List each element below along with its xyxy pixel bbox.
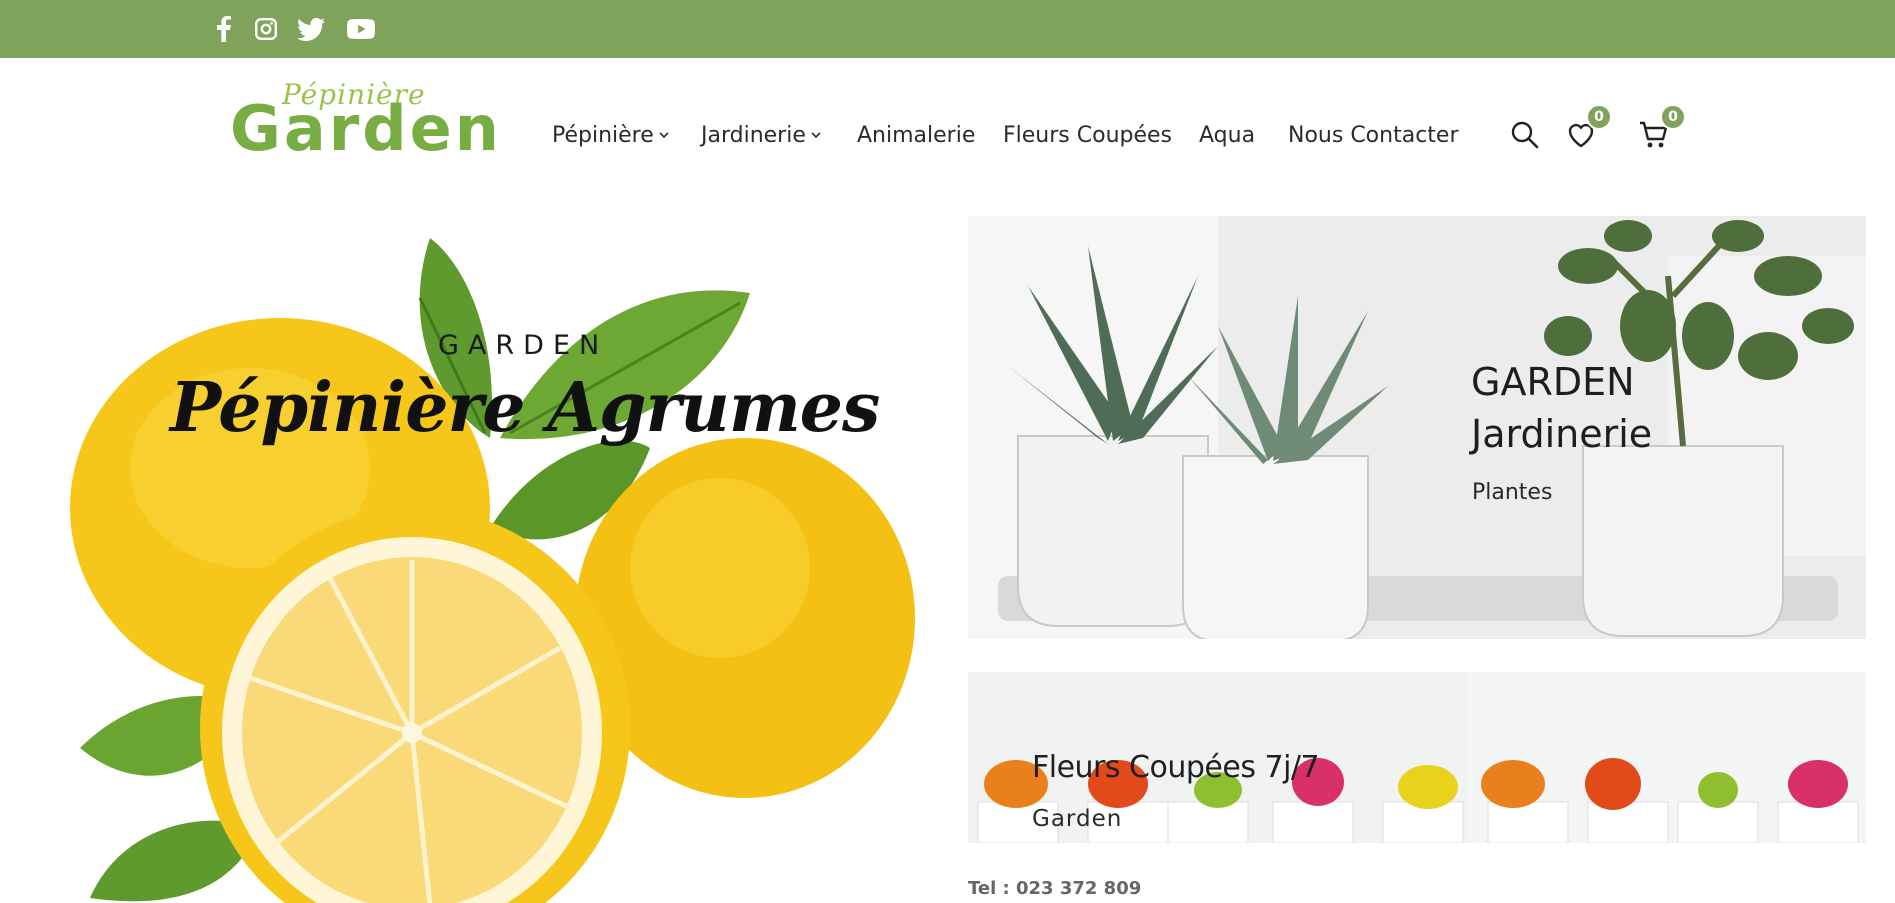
contact-phone: Tel : 023 372 809 — [968, 878, 1142, 899]
instagram-icon[interactable] — [251, 14, 281, 44]
chevron-down-icon — [811, 132, 821, 139]
wishlist-button[interactable]: 0 — [1566, 104, 1612, 154]
nav-item-nous-contacter[interactable]: Nous Contacter — [1288, 120, 1459, 150]
nav-item-fleurs-coupees[interactable]: Fleurs Coupées — [1003, 120, 1172, 150]
hero-title: Pépinière Agrumes — [170, 368, 880, 448]
cart-count-badge: 0 — [1660, 104, 1686, 130]
banner-title-line1: GARDEN — [1471, 360, 1635, 404]
banner-title: GARDEN Jardinerie — [1471, 356, 1652, 460]
nav-item-animalerie[interactable]: Animalerie — [857, 120, 975, 150]
chevron-down-icon — [659, 132, 669, 139]
site-logo[interactable]: Pépinière Garden — [230, 78, 505, 178]
banner-fleurs-coupees[interactable]: Fleurs Coupées 7j/7 Garden — [968, 672, 1866, 843]
lemons-image — [70, 238, 940, 903]
banner-title-line2: Jardinerie — [1471, 412, 1653, 456]
facebook-icon[interactable] — [212, 14, 236, 44]
cart-button[interactable]: 0 — [1638, 104, 1686, 154]
nav-item-aqua[interactable]: Aqua — [1199, 120, 1255, 150]
hero-subtitle: GARDEN — [438, 330, 609, 361]
nav-label: Pépinière — [552, 122, 654, 148]
nav-item-jardinerie[interactable]: Jardinerie — [701, 120, 821, 150]
succulents-image — [968, 216, 1866, 639]
nav-label: Aqua — [1199, 122, 1256, 148]
banner-subtitle: Plantes — [1472, 480, 1553, 505]
search-icon[interactable] — [1510, 120, 1544, 154]
twitter-icon[interactable] — [295, 14, 327, 44]
nav-label: Animalerie — [857, 122, 976, 148]
youtube-icon[interactable] — [344, 14, 378, 44]
logo-wordmark: Garden — [230, 92, 502, 165]
banner-title: Fleurs Coupées 7j/7 — [1032, 750, 1320, 785]
top-social-bar — [0, 0, 1895, 58]
nav-label: Nous Contacter — [1288, 122, 1459, 148]
hero-slider[interactable]: GARDEN Pépinière Agrumes — [0, 208, 940, 903]
banner-subtitle: Garden — [1032, 806, 1123, 832]
site-header: Pépinière Garden Pépinière Jardinerie An… — [0, 58, 1895, 208]
wishlist-count-badge: 0 — [1586, 104, 1612, 130]
nav-label: Fleurs Coupées — [1003, 122, 1173, 148]
banner-jardinerie[interactable]: GARDEN Jardinerie Plantes — [968, 216, 1866, 639]
nav-item-pepiniere[interactable]: Pépinière — [552, 120, 669, 150]
nav-label: Jardinerie — [701, 122, 806, 148]
